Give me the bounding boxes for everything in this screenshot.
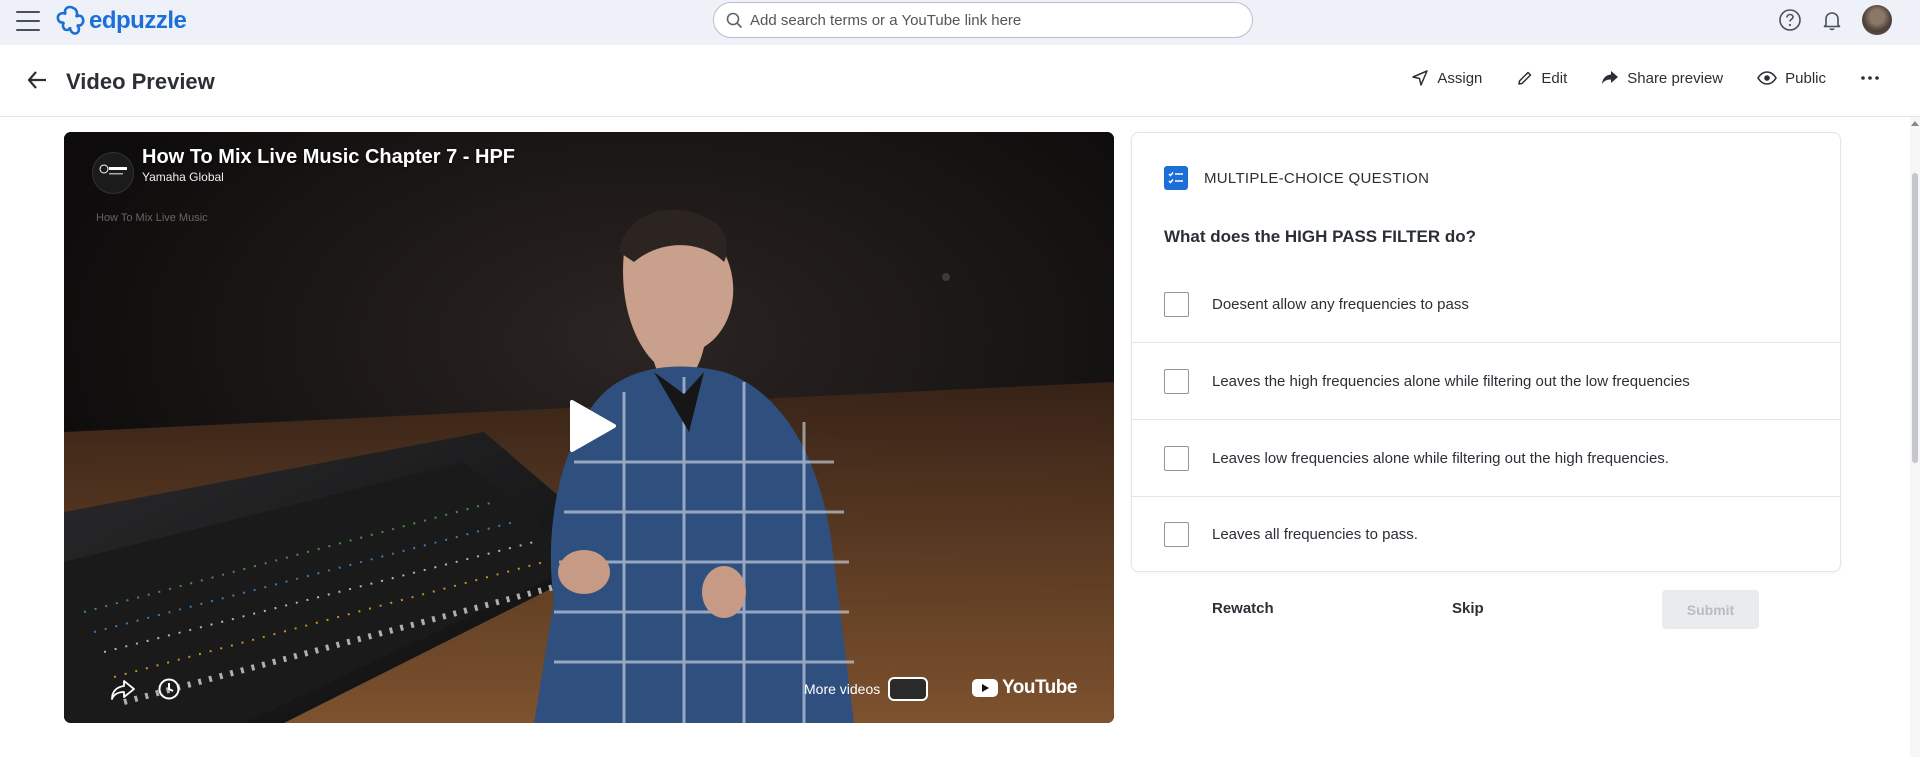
more-options-button[interactable] — [1860, 75, 1880, 81]
search-icon — [726, 12, 743, 29]
eye-icon — [1757, 71, 1778, 85]
share-preview-label: Share preview — [1627, 69, 1724, 87]
channel-logo[interactable] — [92, 152, 134, 194]
question-text: What does the HIGH PASS FILTER do? — [1164, 227, 1476, 246]
question-actions: Rewatch Skip Submit — [1131, 590, 1841, 630]
share-icon[interactable] — [110, 679, 136, 701]
assign-label: Assign — [1437, 69, 1483, 87]
video-player[interactable]: How To Mix Live Music Chapter 7 - HPF Ya… — [64, 132, 1114, 723]
question-card: MULTIPLE-CHOICE QUESTION What does the H… — [1131, 132, 1841, 572]
answer-option[interactable]: Leaves all frequencies to pass. — [1132, 496, 1840, 573]
answer-option[interactable]: Leaves low frequencies alone while filte… — [1132, 420, 1840, 497]
public-button[interactable]: Public — [1757, 70, 1826, 87]
question-type-label: MULTIPLE-CHOICE QUESTION — [1204, 169, 1430, 187]
avatar[interactable] — [1862, 5, 1892, 35]
answer-checkbox[interactable] — [1164, 369, 1189, 394]
logo-text: edpuzzle — [89, 7, 187, 34]
top-right-icons — [1778, 5, 1892, 35]
youtube-label: YouTube — [1002, 677, 1077, 698]
page-scrollbar[interactable] — [1910, 117, 1920, 757]
edit-label: Edit — [1541, 69, 1568, 87]
back-arrow-icon[interactable] — [26, 69, 48, 91]
answer-checkbox[interactable] — [1164, 446, 1189, 471]
share-preview-button[interactable]: Share preview — [1601, 70, 1723, 87]
scroll-up-arrow-icon[interactable] — [1911, 121, 1919, 126]
answer-checkbox[interactable] — [1164, 292, 1189, 317]
youtube-play-icon — [972, 679, 998, 697]
edpuzzle-logo[interactable]: edpuzzle — [55, 4, 187, 38]
bell-icon[interactable] — [1820, 8, 1844, 32]
search-bar[interactable] — [713, 2, 1253, 38]
more-videos-label: More videos — [804, 681, 881, 697]
header-actions: Assign Edit Share preview Public — [1377, 69, 1880, 87]
help-icon[interactable] — [1778, 8, 1802, 32]
yamaha-logo-icon — [99, 164, 127, 175]
edit-button[interactable]: Edit — [1516, 70, 1567, 87]
answer-label: Leaves the high frequencies alone while … — [1212, 373, 1690, 390]
skip-button[interactable]: Skip — [1452, 600, 1484, 617]
submit-button[interactable]: Submit — [1662, 590, 1759, 629]
answer-checkbox[interactable] — [1164, 522, 1189, 547]
answer-label: Leaves low frequencies alone while filte… — [1212, 450, 1669, 467]
pencil-icon — [1518, 71, 1532, 85]
edpuzzle-logo-icon — [56, 5, 85, 35]
play-icon[interactable] — [564, 396, 620, 456]
answer-label: Leaves all frequencies to pass. — [1212, 526, 1418, 543]
watch-later-icon[interactable] — [157, 677, 181, 701]
more-videos-button[interactable]: More videos — [804, 677, 929, 701]
public-label: Public — [1785, 69, 1826, 87]
page-header: Video Preview Assign Edit Share preview … — [0, 45, 1920, 117]
video-channel-name[interactable]: Yamaha Global — [142, 170, 224, 184]
menu-icon[interactable] — [16, 9, 40, 33]
more-horizontal-icon — [1861, 76, 1879, 80]
question-type: MULTIPLE-CHOICE QUESTION — [1164, 166, 1429, 190]
video-watermark: How To Mix Live Music — [96, 212, 208, 224]
youtube-logo[interactable]: YouTube — [972, 677, 1077, 699]
answer-label: Doesent allow any frequencies to pass — [1212, 296, 1469, 313]
video-bottom-controls: More videos YouTube — [64, 663, 1114, 723]
top-bar: edpuzzle — [0, 0, 1920, 45]
answer-option[interactable]: Doesent allow any frequencies to pass — [1132, 266, 1840, 343]
multiple-choice-icon — [1164, 166, 1188, 190]
answer-option[interactable]: Leaves the high frequencies alone while … — [1132, 343, 1840, 420]
rewatch-button[interactable]: Rewatch — [1212, 600, 1274, 617]
search-input[interactable] — [750, 11, 1252, 29]
more-videos-thumbnail — [888, 677, 929, 701]
send-icon — [1412, 70, 1429, 86]
assign-button[interactable]: Assign — [1411, 69, 1482, 87]
page-title: Video Preview — [66, 69, 215, 94]
video-title[interactable]: How To Mix Live Music Chapter 7 - HPF — [142, 146, 515, 169]
share-arrow-icon — [1602, 71, 1619, 84]
scrollbar-thumb[interactable] — [1912, 173, 1918, 463]
